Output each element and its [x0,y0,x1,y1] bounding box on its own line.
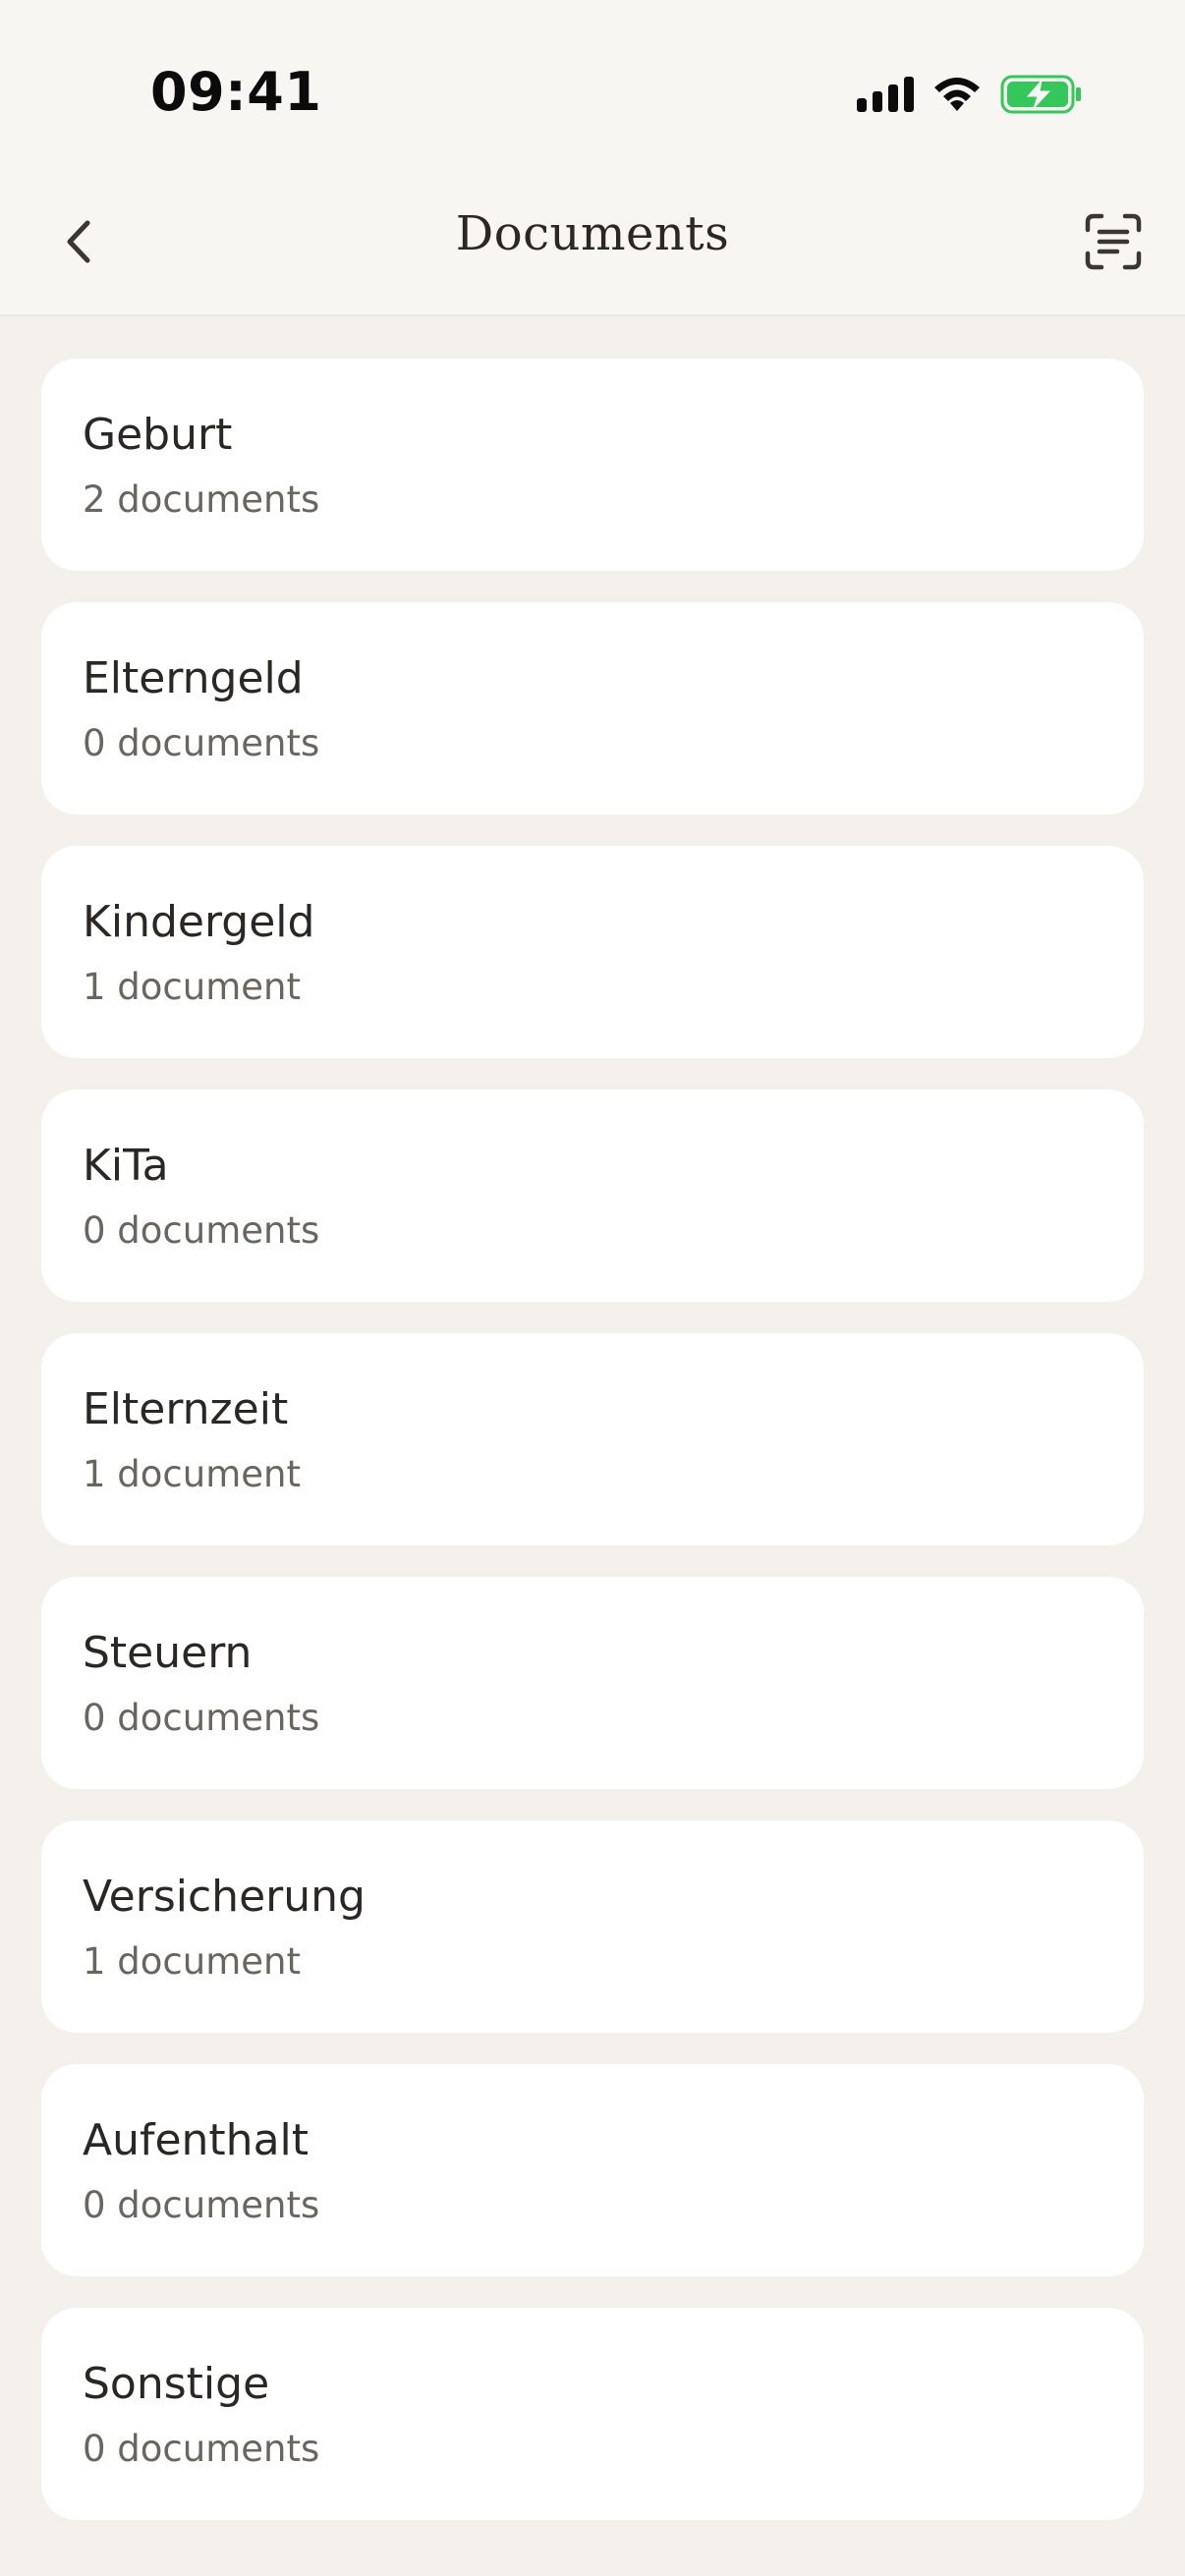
category-card-versicherung[interactable]: Versicherung 1 document [41,1820,1144,2033]
category-document-count: 0 documents [83,1209,320,1252]
category-card-geburt[interactable]: Geburt 2 documents [41,359,1144,571]
category-card-kita[interactable]: KiTa 0 documents [41,1090,1144,1302]
cellular-signal-icon [857,77,914,116]
category-name: Steuern [83,1628,253,1678]
category-document-count: 0 documents [83,1697,320,1739]
category-document-count: 1 document [83,1940,301,1983]
category-name: Elterngeld [83,653,304,703]
category-document-count: 2 documents [83,478,320,521]
category-card-kindergeld[interactable]: Kindergeld 1 document [41,846,1144,1058]
category-name: Versicherung [83,1872,366,1922]
status-icons [857,72,1083,121]
category-name: KiTa [83,1141,169,1191]
category-document-count: 0 documents [83,722,320,764]
navigation-bar: Documents [0,187,1185,316]
category-card-steuern[interactable]: Steuern 0 documents [41,1577,1144,1789]
scan-document-button[interactable] [1081,211,1146,276]
page-title: Documents [455,206,730,261]
category-card-elterngeld[interactable]: Elterngeld 0 documents [41,602,1144,814]
category-name: Aufenthalt [83,2115,310,2165]
category-card-elternzeit[interactable]: Elternzeit 1 document [41,1333,1144,1545]
wifi-icon [931,76,983,117]
status-time: 09:41 [150,61,322,123]
category-name: Elternzeit [83,1384,289,1434]
category-name: Sonstige [83,2359,270,2409]
category-card-aufenthalt[interactable]: Aufenthalt 0 documents [41,2064,1144,2276]
category-document-count: 1 document [83,1453,301,1495]
category-document-count: 0 documents [83,2428,320,2470]
category-card-sonstige[interactable]: Sonstige 0 documents [41,2308,1144,2520]
status-bar: 09:41 [0,0,1185,187]
category-name: Kindergeld [83,897,315,947]
category-document-count: 0 documents [83,2184,320,2226]
category-list: Geburt 2 documents Elterngeld 0 document… [41,359,1144,2551]
battery-charging-icon [1000,75,1083,118]
category-document-count: 1 document [83,966,301,1008]
category-name: Geburt [83,410,233,460]
document-scan-icon [1084,212,1143,275]
